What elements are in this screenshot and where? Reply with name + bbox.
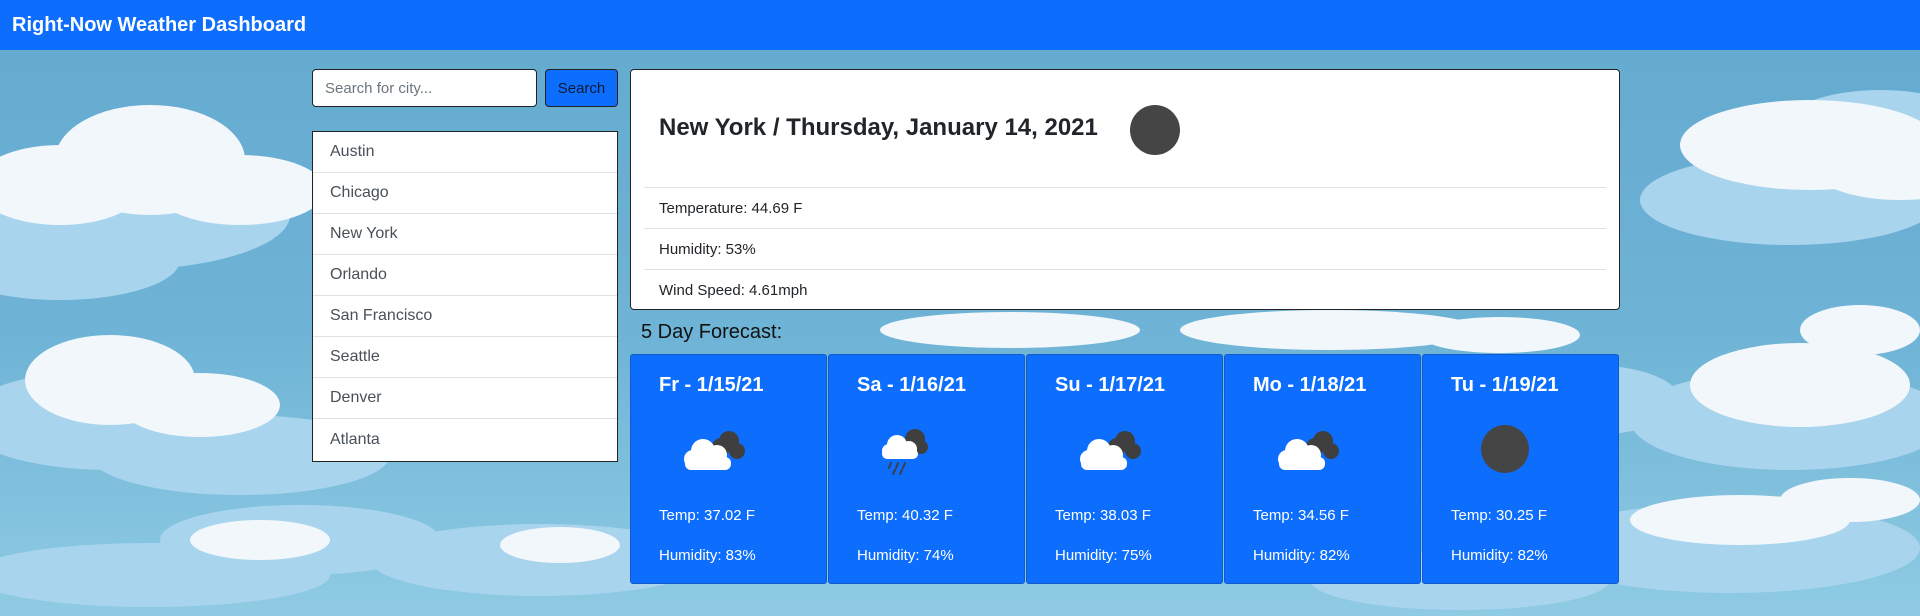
forecast-temp: Temp: 40.32 F bbox=[857, 507, 953, 524]
forecast-card-day-5: Tu - 1/19/21 Temp: 30.25 F Humidity: 82% bbox=[1422, 354, 1619, 584]
city-item-orlando[interactable]: Orlando bbox=[313, 255, 617, 296]
city-item-denver[interactable]: Denver bbox=[313, 378, 617, 419]
city-item-seattle[interactable]: Seattle bbox=[313, 337, 617, 378]
cloudy-icon bbox=[684, 431, 745, 470]
cloudy-icon bbox=[1278, 431, 1339, 470]
forecast-date: Su - 1/17/21 bbox=[1055, 374, 1166, 396]
dark-circle-icon bbox=[1130, 105, 1180, 155]
brand-title[interactable]: Right-Now Weather Dashboard bbox=[12, 14, 306, 37]
city-history-list: Austin Chicago New York Orlando San Fran… bbox=[312, 131, 618, 462]
forecast-card-day-1: Fr - 1/15/21 Temp: 37.02 F Humidity: 83% bbox=[630, 354, 827, 584]
city-item-new-york[interactable]: New York bbox=[313, 214, 617, 255]
current-city-title: New York / Thursday, January 14, 2021 bbox=[659, 114, 1098, 141]
current-weather-card: New York / Thursday, January 14, 2021 Te… bbox=[630, 69, 1620, 310]
forecast-temp: Temp: 38.03 F bbox=[1055, 507, 1151, 524]
city-search-input[interactable] bbox=[312, 69, 537, 107]
search-button[interactable]: Search bbox=[545, 69, 618, 107]
forecast-humidity: Humidity: 74% bbox=[857, 547, 954, 564]
dark-circle-icon bbox=[1481, 425, 1529, 473]
forecast-date: Fr - 1/15/21 bbox=[659, 374, 764, 396]
forecast-temp: Temp: 30.25 F bbox=[1451, 507, 1547, 524]
current-wind-speed: Wind Speed: 4.61mph bbox=[644, 269, 1606, 310]
forecast-temp: Temp: 34.56 F bbox=[1253, 507, 1349, 524]
forecast-card-day-2: Sa - 1/16/21 Temp: 40.32 F Humidity: 74% bbox=[828, 354, 1025, 584]
forecast-humidity: Humidity: 75% bbox=[1055, 547, 1152, 564]
forecast-date: Sa - 1/16/21 bbox=[857, 374, 966, 396]
forecast-humidity: Humidity: 82% bbox=[1451, 547, 1548, 564]
forecast-date: Tu - 1/19/21 bbox=[1451, 374, 1559, 396]
forecast-temp: Temp: 37.02 F bbox=[659, 507, 755, 524]
forecast-humidity: Humidity: 82% bbox=[1253, 547, 1350, 564]
city-item-san-francisco[interactable]: San Francisco bbox=[313, 296, 617, 337]
rain-icon bbox=[882, 429, 928, 475]
city-item-chicago[interactable]: Chicago bbox=[313, 173, 617, 214]
navbar: Right-Now Weather Dashboard bbox=[0, 0, 1920, 50]
forecast-humidity: Humidity: 83% bbox=[659, 547, 756, 564]
cloudy-icon bbox=[1080, 431, 1141, 470]
city-item-austin[interactable]: Austin bbox=[313, 132, 617, 173]
forecast-card-day-4: Mo - 1/18/21 Temp: 34.56 F Humidity: 82% bbox=[1224, 354, 1421, 584]
forecast-card-day-3: Su - 1/17/21 Temp: 38.03 F Humidity: 75% bbox=[1026, 354, 1223, 584]
forecast-heading: 5 Day Forecast: bbox=[641, 321, 783, 343]
forecast-date: Mo - 1/18/21 bbox=[1253, 374, 1367, 396]
current-temperature: Temperature: 44.69 F bbox=[644, 187, 1606, 228]
current-humidity: Humidity: 53% bbox=[644, 228, 1606, 269]
city-item-atlanta[interactable]: Atlanta bbox=[313, 419, 617, 460]
